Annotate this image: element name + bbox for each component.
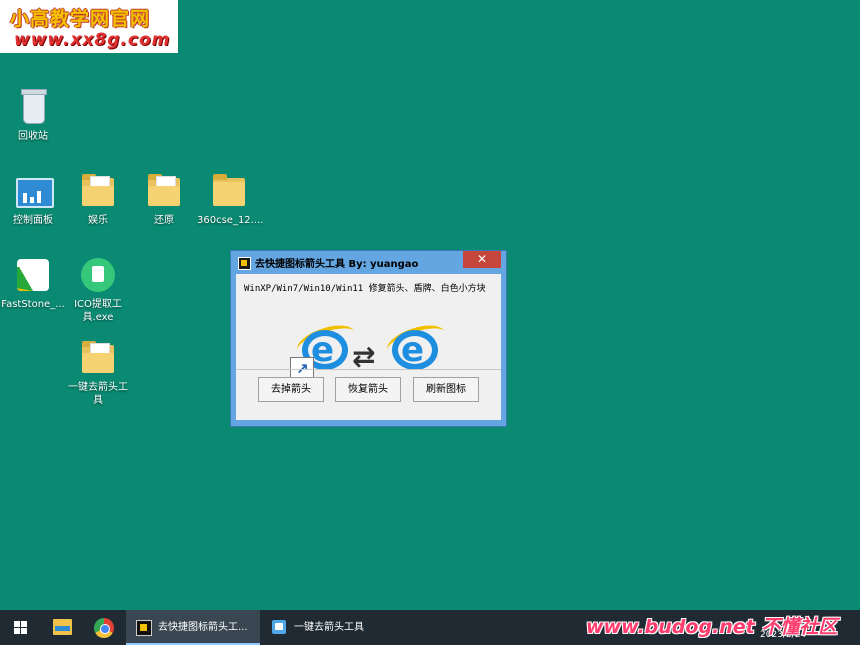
desktop-icon-folder-entertainment[interactable]: 娱乐: [66, 172, 130, 227]
watermark-title: 小高教学网官网: [10, 8, 151, 30]
recycle-bin-icon: [21, 89, 47, 124]
restore-arrow-button[interactable]: 恢复箭头: [335, 377, 401, 402]
desktop-icon-label: 回收站: [18, 131, 48, 142]
ico-extractor-icon: [81, 258, 115, 292]
folder-window-icon: [272, 620, 286, 634]
task-label: 去快捷图标箭头工...: [158, 622, 248, 633]
remove-arrow-button[interactable]: 去掉箭头: [258, 377, 324, 402]
desktop-icon-label: 控制面板: [13, 215, 53, 226]
desktop-icon-ico-extractor[interactable]: ICO提取工具.exe: [66, 256, 130, 324]
folder-icon: [82, 174, 114, 206]
ie-icon-clean: e: [383, 319, 449, 372]
folder-icon: [148, 174, 180, 206]
folder-icon: [213, 174, 245, 206]
dialog-client: WinXP/Win7/Win10/Win11 修复箭头、盾牌、白色小方块 e ↗…: [236, 274, 501, 420]
watermark-logo-top: 小高教学网官网 www.xx8g.com: [0, 0, 178, 53]
watermark-url: www.xx8g.com: [14, 30, 171, 50]
dialog-caption: WinXP/Win7/Win10/Win11 修复箭头、盾牌、白色小方块: [244, 284, 486, 294]
folder-icon: [82, 341, 114, 373]
desktop-icon-label: 一键去箭头工具: [68, 382, 128, 406]
taskbar-task-arrow-tool[interactable]: 去快捷图标箭头工...: [126, 610, 260, 645]
control-panel-icon: [16, 178, 54, 208]
desktop-icon-label: 还原: [154, 215, 174, 226]
faststone-icon: [17, 259, 49, 291]
dialog-titlebar[interactable]: 去快捷图标箭头工具 By: yuangao ✕: [231, 251, 506, 273]
app-icon: [238, 257, 251, 270]
taskbar-file-explorer[interactable]: [42, 610, 82, 645]
divider: [236, 369, 501, 370]
file-explorer-icon: [53, 619, 72, 635]
close-button[interactable]: ✕: [463, 251, 501, 268]
arrow-remover-dialog: 去快捷图标箭头工具 By: yuangao ✕ WinXP/Win7/Win10…: [230, 250, 507, 427]
dialog-title: 去快捷图标箭头工具 By: yuangao: [255, 259, 419, 270]
desktop-icon-label: 360cse_12....: [197, 215, 264, 226]
browser-icon: [94, 618, 114, 638]
desktop-icon-faststone[interactable]: FastStone_...: [1, 256, 65, 311]
taskbar-browser[interactable]: [84, 610, 124, 645]
desktop-icon-control-panel[interactable]: 控制面板: [1, 172, 65, 227]
desktop-icon-label: FastStone_...: [1, 299, 65, 310]
desktop-icon-folder-360cse[interactable]: 360cse_12....: [197, 172, 264, 227]
desktop-icon-arrow-remover-folder[interactable]: 一键去箭头工具: [66, 339, 130, 407]
taskbar-task-folder[interactable]: 一键去箭头工具: [262, 610, 390, 645]
app-icon: [136, 620, 152, 636]
refresh-icons-button[interactable]: 刷新图标: [413, 377, 479, 402]
desktop-icon-folder-restore[interactable]: 还原: [132, 172, 196, 227]
desktop-icon-recycle-bin[interactable]: 回收站: [1, 88, 65, 143]
watermark-bottom: www.budog.net 不懂社区: [586, 616, 838, 638]
task-label: 一键去箭头工具: [294, 622, 364, 633]
desktop-icon-label: ICO提取工具.exe: [74, 299, 122, 323]
desktop-icon-label: 娱乐: [88, 215, 108, 226]
windows-logo-icon: [14, 621, 27, 634]
start-button[interactable]: [0, 610, 40, 645]
